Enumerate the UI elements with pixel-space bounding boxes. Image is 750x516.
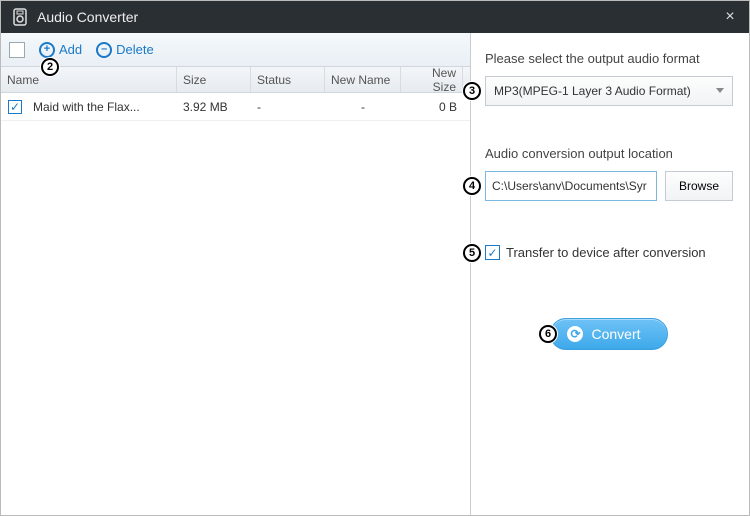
location-label: Audio conversion output location [485,146,733,161]
row-size: 3.92 MB [177,100,251,114]
output-path-input[interactable] [485,171,657,201]
add-label: Add [59,42,82,57]
step-marker-4: 4 [463,177,481,195]
select-all-checkbox[interactable] [9,42,25,58]
row-status: - [251,100,325,114]
row-newsize: 0 B [401,100,463,114]
refresh-icon: ⟳ [567,326,583,342]
row-name: Maid with the Flax... [29,100,177,114]
transfer-checkbox[interactable]: ✓ [485,245,500,260]
col-status[interactable]: Status [251,67,325,92]
format-select[interactable]: MP3(MPEG-1 Layer 3 Audio Format) [485,76,733,106]
step-marker-5: 5 [463,244,481,262]
close-icon[interactable]: × [721,8,739,26]
app-icon [11,8,29,26]
col-newname[interactable]: New Name [325,67,401,92]
col-newsize[interactable]: New Size [401,67,463,92]
add-icon: + [39,42,55,58]
format-value: MP3(MPEG-1 Layer 3 Audio Format) [494,84,691,98]
step-marker-2: 2 [41,58,59,76]
delete-button[interactable]: – Delete [96,42,154,58]
format-label: Please select the output audio format [485,51,733,66]
table-header: Name Size Status New Name New Size [1,67,470,93]
window-title: Audio Converter [37,9,721,25]
col-name[interactable]: Name [1,67,177,92]
titlebar: Audio Converter × [1,1,749,33]
col-size[interactable]: Size [177,67,251,92]
transfer-label: Transfer to device after conversion [506,245,706,260]
convert-button[interactable]: ⟳ Convert [550,318,667,350]
delete-icon: – [96,42,112,58]
browse-button[interactable]: Browse [665,171,733,201]
left-pane: + Add 2 – Delete Name Size Status New Na… [1,33,471,515]
step-marker-6: 6 [539,325,557,343]
step-marker-3: 3 [463,82,481,100]
row-newname: - [325,100,401,114]
row-checkbox[interactable]: ✓ [1,100,29,114]
toolbar: + Add 2 – Delete [1,33,470,67]
table-row[interactable]: ✓ Maid with the Flax... 3.92 MB - - 0 B [1,93,470,121]
body: + Add 2 – Delete Name Size Status New Na… [1,33,749,515]
delete-label: Delete [116,42,154,57]
chevron-down-icon [716,88,724,93]
convert-label: Convert [591,326,640,342]
add-button[interactable]: + Add 2 [39,42,82,58]
window: Audio Converter × + Add 2 – Delete Name … [0,0,750,516]
right-pane: Please select the output audio format 3 … [471,33,749,515]
